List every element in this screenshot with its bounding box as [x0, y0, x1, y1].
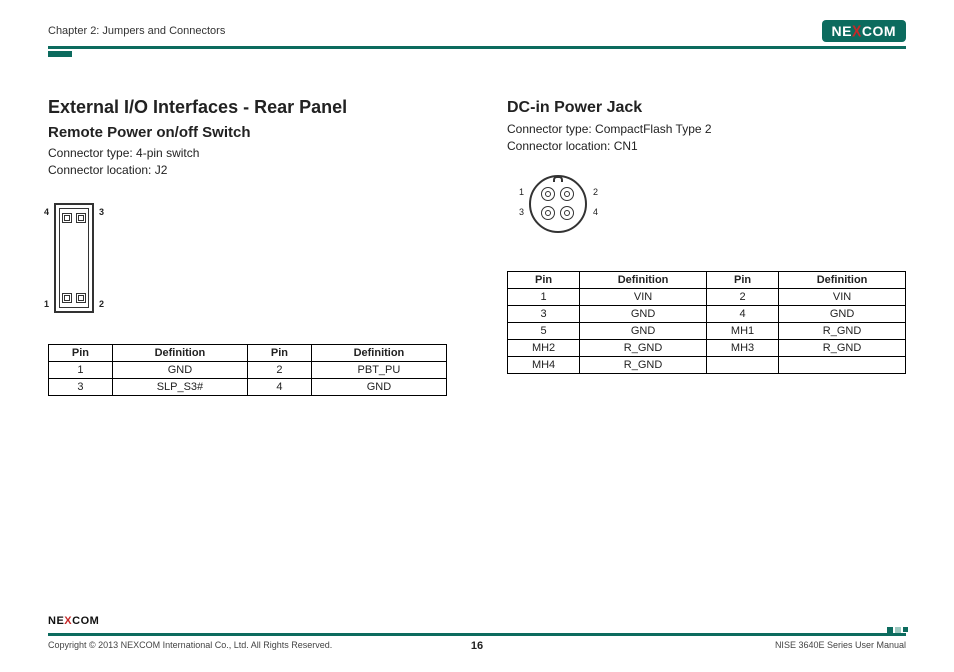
td — [706, 356, 778, 373]
td: 1 — [49, 361, 113, 378]
connector-cn1-diagram: 1 2 3 4 — [515, 173, 605, 243]
page-header: Chapter 2: Jumpers and Connectors NEXCOM — [48, 20, 906, 49]
connector-meta: Connector type: CompactFlash Type 2 Conn… — [507, 121, 906, 155]
right-column: DC-in Power Jack Connector type: Compact… — [507, 97, 906, 396]
th: Pin — [706, 271, 778, 288]
td: MH4 — [508, 356, 580, 373]
pin-icon — [541, 206, 555, 220]
td: 1 — [508, 288, 580, 305]
page-footer: NEXCOM Copyright © 2013 NEXCOM Internati… — [48, 613, 906, 650]
dcjack-notch-icon — [553, 176, 563, 182]
pinout-table: Pin Definition Pin Definition 1 GND 2 PB… — [48, 344, 447, 396]
td: GND — [580, 322, 707, 339]
pin-table-j2: Pin Definition Pin Definition 1 GND 2 PB… — [48, 344, 447, 396]
pin-label: 1 — [44, 299, 49, 309]
td: GND — [779, 305, 906, 322]
pin-label: 4 — [593, 207, 598, 217]
pin-label: 3 — [519, 207, 524, 217]
td: 2 — [706, 288, 778, 305]
td: GND — [311, 378, 446, 395]
brand-post: COM — [862, 23, 896, 39]
pin-icon — [560, 206, 574, 220]
th: Pin — [49, 344, 113, 361]
connector-body — [54, 203, 94, 313]
table-row: MH4 R_GND — [508, 356, 906, 373]
td: VIN — [580, 288, 707, 305]
pin-label: 4 — [44, 207, 49, 217]
footer-decor-icon — [887, 627, 908, 633]
pin-icon — [76, 213, 86, 223]
brand-post: COM — [72, 615, 99, 627]
td: 2 — [247, 361, 311, 378]
pin-label: 3 — [99, 207, 104, 217]
pinout-table: Pin Definition Pin Definition 1 VIN 2 VI… — [507, 271, 906, 374]
th: Definition — [580, 271, 707, 288]
td — [779, 356, 906, 373]
td: PBT_PU — [311, 361, 446, 378]
footer-bar: Copyright © 2013 NEXCOM International Co… — [48, 633, 906, 650]
td: 4 — [706, 305, 778, 322]
th: Definition — [112, 344, 247, 361]
brand-x-icon: X — [64, 615, 72, 627]
pin-icon — [62, 213, 72, 223]
th: Pin — [508, 271, 580, 288]
left-column: External I/O Interfaces - Rear Panel Rem… — [48, 97, 447, 396]
td: VIN — [779, 288, 906, 305]
pin-icon — [62, 293, 72, 303]
brand-pre: NE — [48, 615, 64, 627]
table-row: 3 SLP_S3# 4 GND — [49, 378, 447, 395]
connector-j2-diagram: 4 3 1 2 — [54, 203, 94, 313]
td: MH3 — [706, 339, 778, 356]
connector-location: Connector location: J2 — [48, 162, 447, 179]
brand-pre: NE — [832, 23, 852, 39]
td: 3 — [49, 378, 113, 395]
table-row: MH2 R_GND MH3 R_GND — [508, 339, 906, 356]
td: 4 — [247, 378, 311, 395]
pin-label: 2 — [593, 187, 598, 197]
td: GND — [112, 361, 247, 378]
footer-brand-logo: NEXCOM — [48, 615, 99, 627]
pin-table-cn1: Pin Definition Pin Definition 1 VIN 2 VI… — [507, 271, 906, 374]
td: R_GND — [580, 339, 707, 356]
pin-icon — [541, 187, 555, 201]
th: Definition — [311, 344, 446, 361]
td: GND — [580, 305, 707, 322]
subsection-title: Remote Power on/off Switch — [48, 124, 447, 141]
dcjack-pin-cluster — [537, 187, 579, 223]
pin-label: 2 — [99, 299, 104, 309]
connector-type: Connector type: 4-pin switch — [48, 145, 447, 162]
brand-logo: NEXCOM — [822, 20, 906, 42]
td: MH1 — [706, 322, 778, 339]
table-row: 5 GND MH1 R_GND — [508, 322, 906, 339]
section-title: External I/O Interfaces - Rear Panel — [48, 97, 447, 118]
connector-type: Connector type: CompactFlash Type 2 — [507, 121, 906, 138]
td: SLP_S3# — [112, 378, 247, 395]
td: R_GND — [580, 356, 707, 373]
pin-icon — [560, 187, 574, 201]
td: R_GND — [779, 339, 906, 356]
table-row: 3 GND 4 GND — [508, 305, 906, 322]
th: Pin — [247, 344, 311, 361]
table-row: 1 GND 2 PBT_PU — [49, 361, 447, 378]
pin-icon — [76, 293, 86, 303]
page-number: 16 — [471, 640, 483, 652]
subsection-title: DC-in Power Jack — [507, 99, 906, 117]
th: Definition — [779, 271, 906, 288]
connector-meta: Connector type: 4-pin switch Connector l… — [48, 145, 447, 179]
content-columns: External I/O Interfaces - Rear Panel Rem… — [48, 97, 906, 396]
td: MH2 — [508, 339, 580, 356]
table-row: 1 VIN 2 VIN — [508, 288, 906, 305]
pin-label: 1 — [519, 187, 524, 197]
copyright-text: Copyright © 2013 NEXCOM International Co… — [48, 640, 332, 650]
td: 3 — [508, 305, 580, 322]
manual-name: NISE 3640E Series User Manual — [775, 640, 906, 650]
td: R_GND — [779, 322, 906, 339]
td: 5 — [508, 322, 580, 339]
brand-x-icon: X — [852, 22, 862, 40]
chapter-title: Chapter 2: Jumpers and Connectors — [48, 25, 225, 37]
connector-location: Connector location: CN1 — [507, 138, 906, 155]
